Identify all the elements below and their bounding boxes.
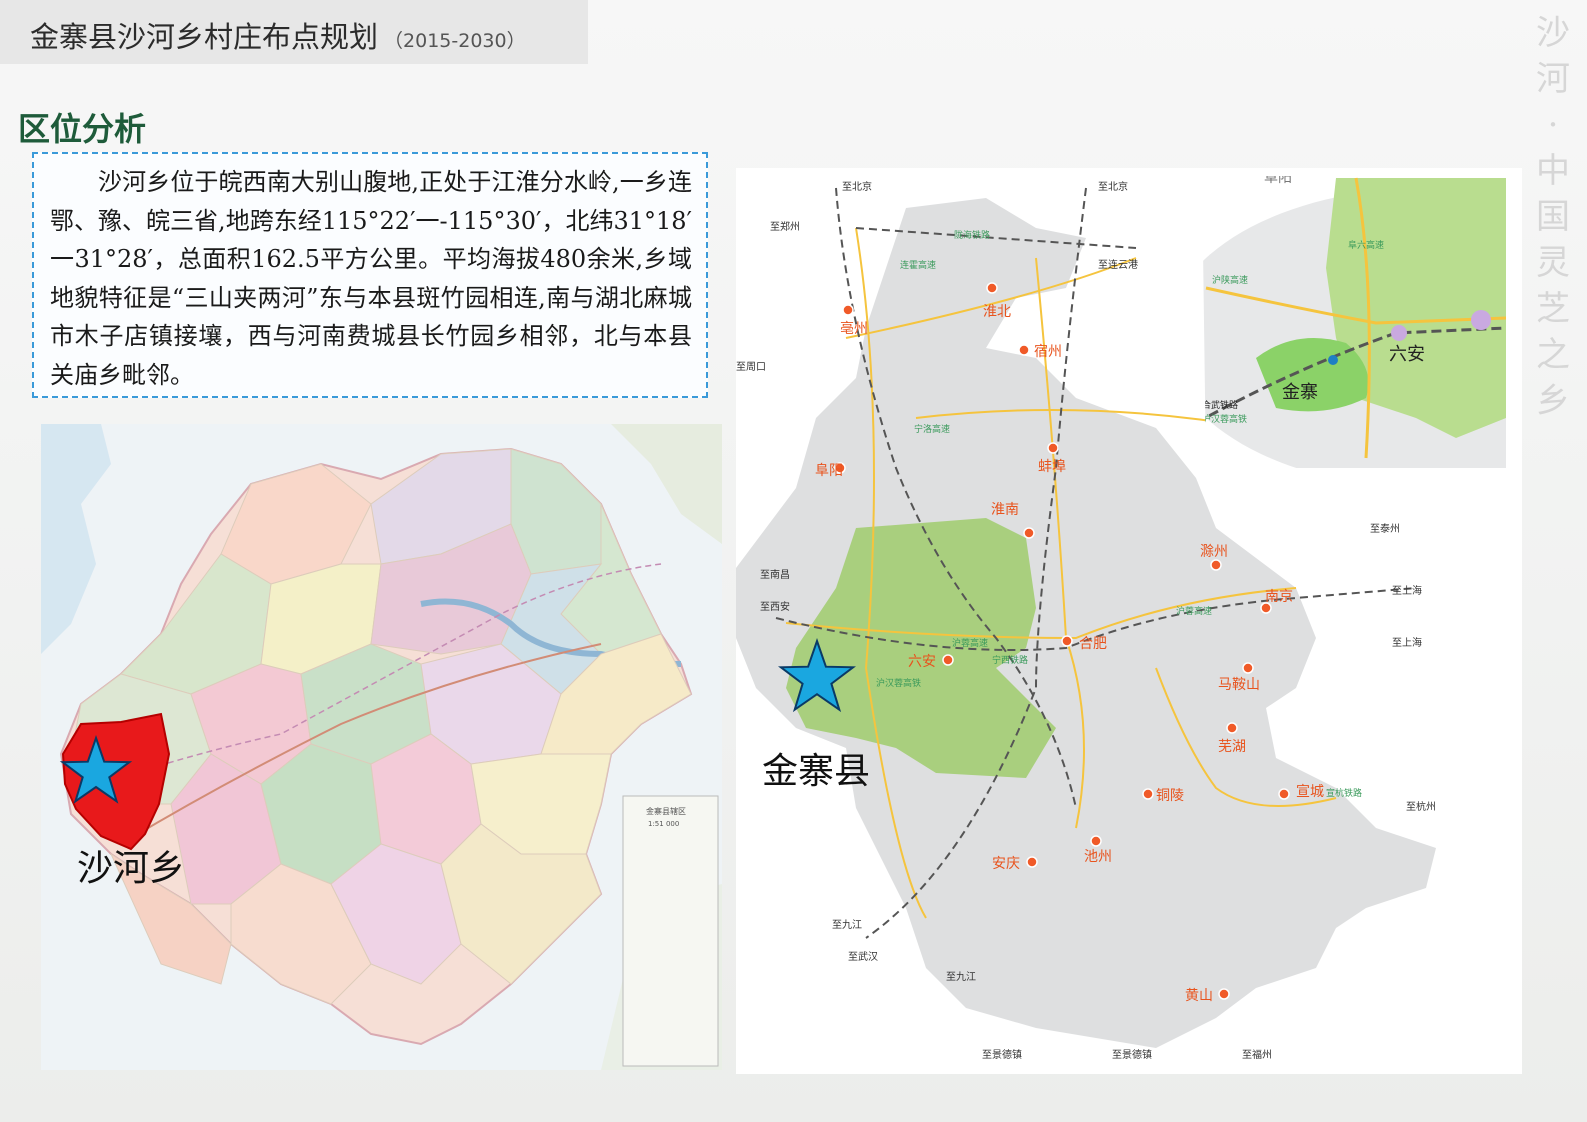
city-label-chuzhou: 滁州 <box>1200 543 1228 559</box>
route-label: 宁西铁路 <box>992 654 1028 665</box>
inset-route-label: 阜六高速 <box>1348 239 1384 251</box>
city-label-anqing: 安庆 <box>992 855 1020 871</box>
dest-label: 至景德镇 <box>1112 1048 1152 1061</box>
city-label-bozhou: 亳州 <box>840 320 868 336</box>
county-label: 金寨县 <box>762 751 870 791</box>
route-label: 沪蓉高速 <box>952 637 988 648</box>
city-label-nanjing: 南京 <box>1265 588 1293 604</box>
city-label-luan: 六安 <box>908 653 936 669</box>
page-subtitle: （2015-2030） <box>384 30 526 52</box>
city-label-huangshan: 黄山 <box>1185 987 1213 1003</box>
dest-label: 至福州 <box>1242 1048 1272 1061</box>
city-label-hefei: 合肥 <box>1079 635 1107 651</box>
route-label: 沪蓉高速 <box>1176 605 1212 616</box>
city-label-huaibei: 淮北 <box>983 303 1011 319</box>
side-slogan: 沙河 · 中国灵芝之乡 <box>1536 13 1570 421</box>
city-label-suzhou: 宿州 <box>1034 343 1062 359</box>
dest-label: 至泰州 <box>1370 522 1400 535</box>
inset-route-label: 沪汉蓉高铁 <box>1202 413 1247 425</box>
inset-county-label: 金寨 <box>1282 382 1318 403</box>
route-label: 陇海铁路 <box>954 229 990 240</box>
city-label-fuyang: 阜阳 <box>815 462 843 478</box>
city-label-bengbu: 蚌埠 <box>1038 458 1066 474</box>
description-box: 沙河乡位于皖西南大别山腹地,正处于江淮分水岭,一乡连鄂、豫、皖三省,地跨东经11… <box>32 152 708 398</box>
route-label: 宣杭铁路 <box>1326 787 1362 798</box>
dest-label: 至南昌 <box>760 568 790 581</box>
dest-label: 至九江 <box>946 971 976 983</box>
dest-label: 至九江 <box>832 919 862 931</box>
route-label: 宁洛高速 <box>914 423 950 434</box>
description-text: 沙河乡位于皖西南大别山腹地,正处于江淮分水岭,一乡连鄂、豫、皖三省,地跨东经11… <box>50 168 692 389</box>
city-label-chizhou: 池州 <box>1084 848 1112 864</box>
dest-label: 至北京 <box>842 180 872 193</box>
dest-label: 至武汉 <box>848 950 878 963</box>
city-label-maanshan: 马鞍山 <box>1218 676 1260 692</box>
inset-route-label: 沪陕高速 <box>1212 274 1248 286</box>
province-map: 淮北 宿州 亳州 阜阳 蚌埠 淮南 滁州 南京 合肥 六安 马鞍山 芜湖 宣城 … <box>736 168 1522 1074</box>
dest-label: 至景德镇 <box>982 1048 1022 1061</box>
dest-label: 至北京 <box>1098 180 1128 193</box>
dest-label: 至上海 <box>1392 584 1422 597</box>
inset-map: 阜阳 六安 金寨 沪陕高速 阜六高速 合武铁路 沪汉蓉高铁 <box>1202 176 1506 468</box>
dest-label: 至周口 <box>736 361 766 373</box>
dest-label: 至杭州 <box>1406 800 1436 813</box>
city-label-tongling: 铜陵 <box>1156 787 1184 803</box>
legend-scale: 1:51 000 <box>648 820 679 828</box>
section-title: 区位分析 <box>18 110 147 148</box>
legend-title: 金寨县辖区 <box>646 806 686 816</box>
city-label-wuhu: 芜湖 <box>1218 738 1246 754</box>
dest-label: 至上海 <box>1392 636 1422 649</box>
dest-label: 至西安 <box>760 600 790 613</box>
city-label-huainan: 淮南 <box>991 501 1019 517</box>
dest-label: 至连云港 <box>1098 258 1138 271</box>
route-label: 连霍高速 <box>900 259 936 270</box>
dest-label: 至郑州 <box>770 220 800 233</box>
route-label: 沪汉蓉高铁 <box>876 677 921 688</box>
inset-city-label: 六安 <box>1389 344 1425 365</box>
inset-route-label: 合武铁路 <box>1202 399 1238 411</box>
county-map: 沙河乡 金寨县辖区 1:51 000 <box>41 424 722 1070</box>
shahe-label: 沙河乡 <box>77 848 185 888</box>
city-label-xuancheng: 宣城 <box>1296 783 1324 799</box>
page-title: 金寨县沙河乡村庄布点规划 （2015-2030） <box>30 20 526 54</box>
